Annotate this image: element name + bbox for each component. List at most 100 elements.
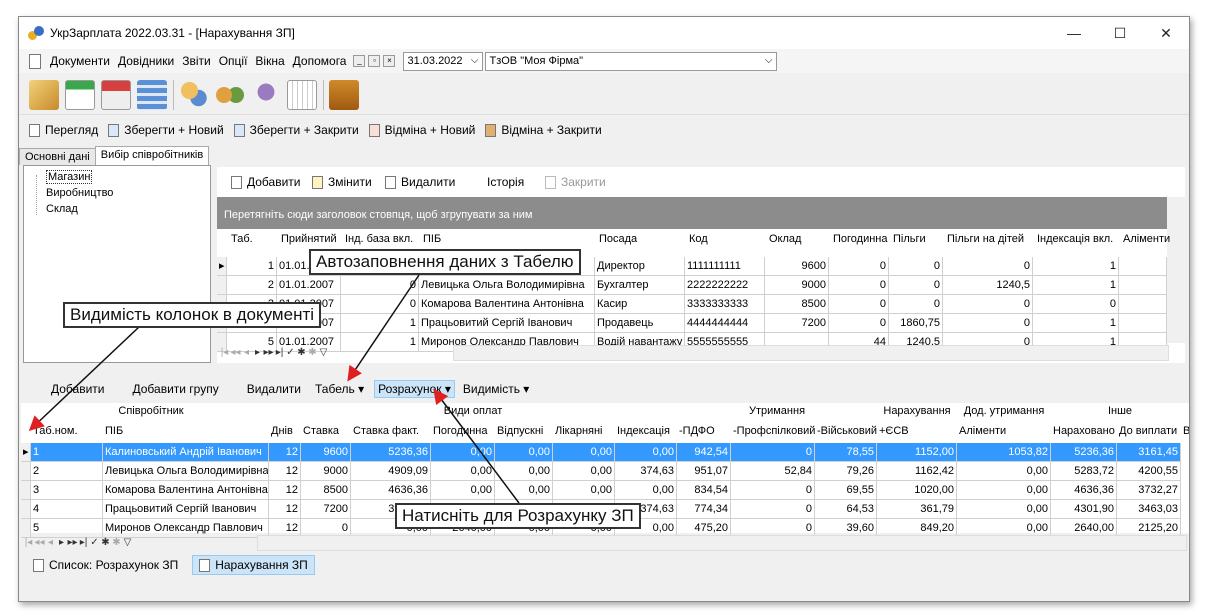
payroll-cell[interactable]: 0,00 [615, 481, 677, 500]
payroll-cell[interactable]: 52,84 [731, 462, 815, 481]
calculate-dropdown[interactable]: Розрахунок ▾ [374, 380, 455, 398]
payroll-cell[interactable]: 1152,00 [877, 443, 957, 462]
payroll-cell[interactable]: 0,00 [553, 481, 615, 500]
close-button[interactable]: ✕ [1143, 17, 1189, 49]
payroll-cell[interactable]: 3463,03 [1117, 500, 1181, 519]
calc-col-header[interactable]: Днів [271, 425, 303, 437]
payroll-cell[interactable]: 79,26 [815, 462, 877, 481]
payroll-cell[interactable]: 12 [269, 443, 301, 462]
payroll-cell[interactable]: 5 [31, 519, 103, 538]
menu-help[interactable]: Допомога [289, 54, 351, 68]
documents-icon[interactable] [29, 79, 59, 110]
calc-col-header[interactable]: ПІБ [105, 425, 271, 437]
emp-cell[interactable]: 0 [829, 295, 889, 314]
calc-col-header[interactable]: -Військовий [817, 425, 879, 437]
save-close-button[interactable]: Зберегти + Закрити [233, 123, 359, 137]
company-select[interactable]: ТзОВ "Моя Фірма" ⌵ [485, 51, 778, 71]
payroll-cell[interactable]: 12 [269, 481, 301, 500]
payroll-cell[interactable]: 1020,00 [877, 481, 957, 500]
emp-cell[interactable]: Комарова Валентина Антонівна [419, 295, 595, 314]
calc-col-header[interactable]: Індексація [617, 425, 679, 437]
emp-cell[interactable]: 0 [829, 314, 889, 333]
emp-cell[interactable]: Продавець [595, 314, 685, 333]
tree-item-store[interactable]: Магазин [46, 170, 93, 184]
payroll-cell[interactable]: 4636,36 [351, 481, 431, 500]
menu-options[interactable]: Опції [215, 54, 252, 68]
timesheet-icon[interactable] [101, 79, 131, 110]
payroll-cell[interactable]: Працьовитий Сергій Іванович [103, 500, 269, 519]
row-selector[interactable] [21, 500, 31, 519]
vertical-scrollbar[interactable] [1167, 197, 1185, 343]
emp-cell[interactable]: 0 [829, 257, 889, 276]
payroll-cell[interactable]: 4636,36 [1051, 481, 1117, 500]
emp-cell[interactable]: 3333333333 [685, 295, 765, 314]
payroll-navigator[interactable]: |◂ ◂◂ ◂ ▸ ▸▸ ▸| ✓ ✱ ✱ ▽ [23, 537, 133, 548]
emp-col-header[interactable]: Таб. [231, 233, 281, 253]
payroll-cell[interactable]: 951,07 [677, 462, 731, 481]
payroll-cell[interactable]: 2 [31, 462, 103, 481]
calc-col-header[interactable]: Лікарняні [555, 425, 617, 437]
row-indicator-icon[interactable]: ▸ [217, 257, 227, 276]
users-icon[interactable] [215, 79, 245, 110]
menu-documents[interactable]: Документи [46, 54, 114, 68]
mdi-minimize-icon[interactable]: _ [353, 55, 366, 67]
calc-col-header[interactable]: Ставка факт. [353, 425, 433, 437]
calc-col-header[interactable]: -ПДФО [679, 425, 733, 437]
payroll-cell[interactable]: 1162,42 [877, 462, 957, 481]
emp-cell[interactable]: Касир [595, 295, 685, 314]
tree-item-production[interactable]: Виробництво [46, 187, 113, 199]
add-group-button[interactable]: Добавити групу [132, 382, 218, 396]
payroll-cell[interactable]: 0,00 [431, 462, 495, 481]
payroll-cell[interactable]: 4200,55 [1117, 462, 1181, 481]
payroll-cell[interactable]: Миронов Олександр Павлович [103, 519, 269, 538]
payroll-cell[interactable]: 8500 [301, 481, 351, 500]
timesheet-dropdown[interactable]: Табель ▾ [315, 382, 364, 396]
history-button[interactable]: Історія [487, 175, 524, 189]
payroll-cell[interactable]: 4909,09 [351, 462, 431, 481]
row-selector[interactable] [21, 462, 31, 481]
emp-cell[interactable]: 0 [943, 295, 1033, 314]
payroll-cell[interactable]: 0,00 [553, 443, 615, 462]
calc-col-header[interactable]: Таб.ном. [33, 425, 105, 437]
payroll-cell[interactable]: 0,00 [957, 481, 1051, 500]
calc-col-header[interactable]: В [1183, 425, 1189, 437]
emp-cell[interactable]: Директор [595, 257, 685, 276]
calc-col-header[interactable]: Відпускні [497, 425, 555, 437]
payroll-cell[interactable]: 12 [269, 500, 301, 519]
emp-col-header[interactable]: Аліменти [1123, 233, 1171, 253]
row-selector[interactable] [217, 276, 227, 295]
emp-cell-alimony[interactable] [1119, 295, 1167, 314]
date-picker[interactable]: 31.03.2022 ⌵ [403, 51, 484, 71]
payroll-cell[interactable]: 5236,36 [351, 443, 431, 462]
menu-windows[interactable]: Вікна [251, 54, 288, 68]
emp-cell-alimony[interactable] [1119, 257, 1167, 276]
payroll-cell[interactable]: 0,00 [495, 481, 553, 500]
payroll-cell[interactable]: 9000 [301, 462, 351, 481]
emp-cell[interactable]: 0 [341, 295, 419, 314]
view-button[interactable]: Перегляд [29, 123, 98, 137]
payroll-cell[interactable]: 0,00 [495, 443, 553, 462]
payroll-cell[interactable]: 5283,72 [1051, 462, 1117, 481]
minimize-button[interactable]: — [1051, 17, 1097, 49]
payroll-cell[interactable]: 0,00 [553, 462, 615, 481]
emp-cell[interactable]: 0 [1033, 295, 1119, 314]
emp-cell-alimony[interactable] [1119, 276, 1167, 295]
tree-item-warehouse[interactable]: Склад [46, 203, 78, 215]
payroll-cell[interactable]: 0,00 [431, 481, 495, 500]
emp-cell[interactable]: 0 [889, 257, 943, 276]
row-selector[interactable] [21, 519, 31, 538]
calendar-icon[interactable] [65, 79, 95, 110]
payroll-horizontal-scrollbar[interactable] [257, 535, 1187, 551]
emp-col-header[interactable]: Індексація вкл. [1037, 233, 1123, 253]
payroll-cell[interactable]: 0 [731, 500, 815, 519]
row-indicator-icon[interactable]: ▸ [21, 443, 31, 462]
emp-cell[interactable]: 1240,5 [943, 276, 1033, 295]
payroll-cell[interactable]: 0 [731, 443, 815, 462]
payroll-cell[interactable]: 78,55 [815, 443, 877, 462]
payroll-cell[interactable]: 0,00 [495, 462, 553, 481]
emp-col-header[interactable]: Оклад [769, 233, 833, 253]
payroll-cell[interactable]: 374,63 [615, 462, 677, 481]
tab-main-data[interactable]: Основні дані [19, 148, 96, 165]
emp-cell[interactable]: Левицька Ольга Володимирівна [419, 276, 595, 295]
emp-cell[interactable]: Працьовитий Сергій Іванович [419, 314, 595, 333]
